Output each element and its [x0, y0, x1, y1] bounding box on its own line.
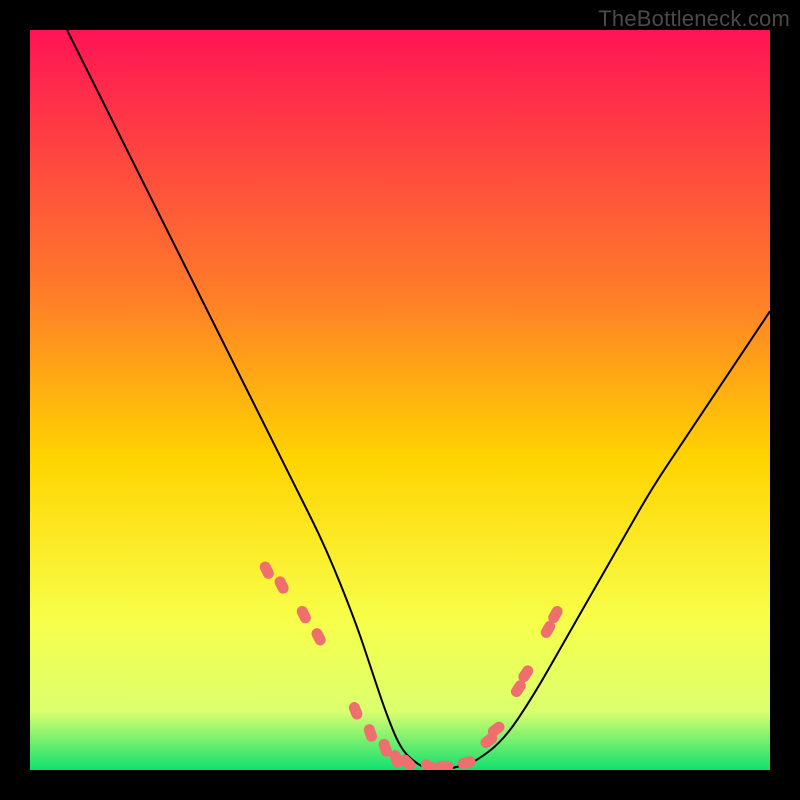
chart-frame: TheBottleneck.com [0, 0, 800, 800]
curve-marker [435, 761, 453, 770]
bottleneck-chart [30, 30, 770, 770]
gradient-background [30, 30, 770, 770]
plot-area [30, 30, 770, 770]
watermark-text: TheBottleneck.com [598, 6, 790, 32]
